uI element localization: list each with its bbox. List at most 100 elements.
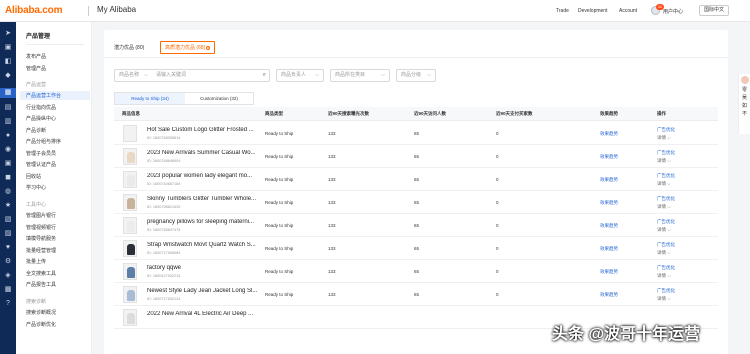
user-menu[interactable]: 11 用户中心 <box>651 4 693 17</box>
trend-link[interactable]: 效果趋势 <box>600 200 618 206</box>
truck-icon[interactable]: ▨ <box>4 230 12 238</box>
subtab-customization[interactable]: Customization (32) <box>185 93 253 104</box>
product-name[interactable]: pregnancy pillows for sleeping materni..… <box>147 219 254 225</box>
alibaba-logo[interactable]: Alibaba.com <box>5 5 62 16</box>
ad-optimize-link[interactable]: 广告优化 <box>657 127 675 133</box>
nav-trade[interactable]: Trade <box>556 8 569 14</box>
book-icon[interactable]: ▩ <box>4 286 12 294</box>
cart-icon[interactable]: ▤ <box>4 104 12 112</box>
sidebar-item-publish-product[interactable]: 发布产品 <box>26 53 46 60</box>
product-thumbnail[interactable] <box>123 286 137 303</box>
star-icon[interactable]: ★ <box>4 202 12 210</box>
search-icon[interactable]: ⌕ <box>263 70 266 81</box>
sidebar-item-learning-center[interactable]: 学习中心 <box>26 184 46 191</box>
details-link[interactable]: 详情 ⌵ <box>657 135 671 141</box>
trend-link[interactable]: 效果趋势 <box>600 269 618 275</box>
sidebar-item-navigation-service[interactable]: 填模导航服务 <box>26 235 56 242</box>
product-thumbnail[interactable] <box>123 217 137 234</box>
globe-icon[interactable]: ◍ <box>4 188 12 196</box>
product-name[interactable]: Skinny Tumblers Glitter Tumbler Whole... <box>147 196 256 202</box>
sidebar-item-certified-products[interactable]: 管理认证产品 <box>26 161 56 168</box>
wallet-icon[interactable]: ▧ <box>4 216 12 224</box>
product-thumbnail[interactable] <box>123 171 137 188</box>
details-link[interactable]: 详情 ⌵ <box>657 296 671 302</box>
sidebar-item-diagnosis-optimize[interactable]: 产品诊断优化 <box>26 321 56 328</box>
trend-link[interactable]: 效果趋势 <box>600 292 618 298</box>
product-name[interactable]: Hot Sale Custom Logo Glitter Frosted ... <box>147 127 254 133</box>
settings-icon[interactable]: ⚙ <box>4 258 12 266</box>
language-selector[interactable]: 国际中文 <box>699 5 729 16</box>
product-thumbnail[interactable] <box>123 263 137 280</box>
trend-link[interactable]: 效果趋势 <box>600 177 618 183</box>
tab-high-quality-potential[interactable]: 高质潜力优品 (68)? <box>160 41 216 54</box>
product-field-select[interactable]: 商品名称 ⌵ <box>114 69 152 82</box>
search-input[interactable]: 请输入关键词 ⌕ <box>152 69 270 82</box>
sidebar-item-image-bank[interactable]: 管理图片银行 <box>26 212 56 219</box>
ad-optimize-link[interactable]: 广告优化 <box>657 288 675 294</box>
sidebar-item-video-bank[interactable]: 管理视频银行 <box>26 224 56 231</box>
trend-link[interactable]: 效果趋势 <box>600 131 618 137</box>
tab-potential-products[interactable]: 潜力优品 (80) <box>114 44 144 51</box>
ad-optimize-link[interactable]: 广告优化 <box>657 173 675 179</box>
sidebar-item-recycle-bin[interactable]: 回收站 <box>26 173 41 180</box>
product-name[interactable]: Newest Style Lady Jean Jacket Long Sl... <box>147 288 257 294</box>
sidebar-item-batch-upload[interactable]: 批量上传 <box>26 258 46 265</box>
sidebar-item-operations-workbench[interactable]: 产品运营工作台 <box>26 92 61 99</box>
owner-select[interactable]: 商品负责人 ⌵ <box>276 69 324 82</box>
details-link[interactable]: 详情 ⌵ <box>657 158 671 164</box>
details-link[interactable]: 详情 ⌵ <box>657 227 671 233</box>
message-icon[interactable]: ◼ <box>4 174 12 182</box>
table-row: pregnancy pillows for sleeping materni..… <box>114 214 718 237</box>
box-icon[interactable]: ▣ <box>4 160 12 168</box>
trend-link[interactable]: 效果趋势 <box>600 154 618 160</box>
shield-icon[interactable]: ◆ <box>4 72 12 80</box>
product-name[interactable]: Strap Wristwatch Movt Quartz Watch S... <box>147 242 256 248</box>
product-name[interactable]: 2023 New Arrivals Summer Casual Wo... <box>147 150 256 156</box>
sidebar-item-product-diagnosis[interactable]: 产品诊断 <box>26 127 46 134</box>
details-link[interactable]: 详情 ⌵ <box>657 204 671 210</box>
ad-optimize-link[interactable]: 广告优化 <box>657 196 675 202</box>
sidebar-item-product-center[interactable]: 产品操纵中心 <box>26 115 56 122</box>
nav-account[interactable]: Account <box>619 8 637 14</box>
tag-icon[interactable]: ◉ <box>4 146 12 154</box>
trend-link[interactable]: 效果趋势 <box>600 223 618 229</box>
sidebar-item-report-tool[interactable]: 产品报告工具 <box>26 281 56 288</box>
sidebar-item-grouping[interactable]: 产品分组与排序 <box>26 138 61 145</box>
ad-optimize-link[interactable]: 广告优化 <box>657 242 675 248</box>
send-icon[interactable]: ➤ <box>4 30 12 38</box>
product-thumbnail[interactable] <box>123 309 137 326</box>
sidebar-item-sub-members[interactable]: 管理子会员员 <box>26 150 56 157</box>
bell-icon[interactable]: ◈ <box>4 272 12 280</box>
category-select[interactable]: 商品所在类目 ⌵ <box>330 69 390 82</box>
user-icon[interactable]: ● <box>4 132 12 140</box>
product-name[interactable]: 2023 popular women lady elegant mo... <box>147 173 252 179</box>
product-icon[interactable]: ◧ <box>4 58 12 66</box>
nav-development[interactable]: Development <box>578 8 607 14</box>
heart-icon[interactable]: ♥ <box>4 244 12 252</box>
ad-optimize-link[interactable]: 广告优化 <box>657 150 675 156</box>
product-thumbnail[interactable] <box>123 240 137 257</box>
sidebar-item-manage-products[interactable]: 管理产品 <box>26 65 46 72</box>
details-link[interactable]: 详情 ⌵ <box>657 181 671 187</box>
product-thumbnail[interactable] <box>123 194 137 211</box>
details-link[interactable]: 详情 ⌵ <box>657 273 671 279</box>
ad-optimize-link[interactable]: 广告优化 <box>657 219 675 225</box>
trend-link[interactable]: 效果趋势 <box>600 246 618 252</box>
grade-select[interactable]: 商品分级 ⌵ <box>396 69 436 82</box>
help-icon[interactable]: ? <box>4 300 12 308</box>
floating-service-panel[interactable]: 零 吴 如 不 <box>738 74 750 134</box>
product-name[interactable]: factory qqwe <box>147 265 181 271</box>
clipboard-icon[interactable]: ▣ <box>4 44 12 52</box>
subtab-ready-to-ship[interactable]: Ready to Ship (34) <box>115 93 185 104</box>
chart-icon[interactable]: ▥ <box>4 118 12 126</box>
grid-icon[interactable]: ▦ <box>4 89 12 97</box>
sidebar-item-batch-manage[interactable]: 批量经营管理 <box>26 247 56 254</box>
product-thumbnail[interactable] <box>123 148 137 165</box>
sidebar-item-fulltext-search[interactable]: 全文搜索工具 <box>26 270 56 277</box>
details-link[interactable]: 详情 ⌵ <box>657 250 671 256</box>
product-thumbnail[interactable] <box>123 125 137 142</box>
sidebar-item-search-overview[interactable]: 搜索诊断概况 <box>26 309 56 316</box>
ad-optimize-link[interactable]: 广告优化 <box>657 265 675 271</box>
sidebar-item-industry-products[interactable]: 行业指向优品 <box>26 104 56 111</box>
product-name[interactable]: 2022 New Arrival 4L Electric Air Deep ..… <box>147 311 253 317</box>
